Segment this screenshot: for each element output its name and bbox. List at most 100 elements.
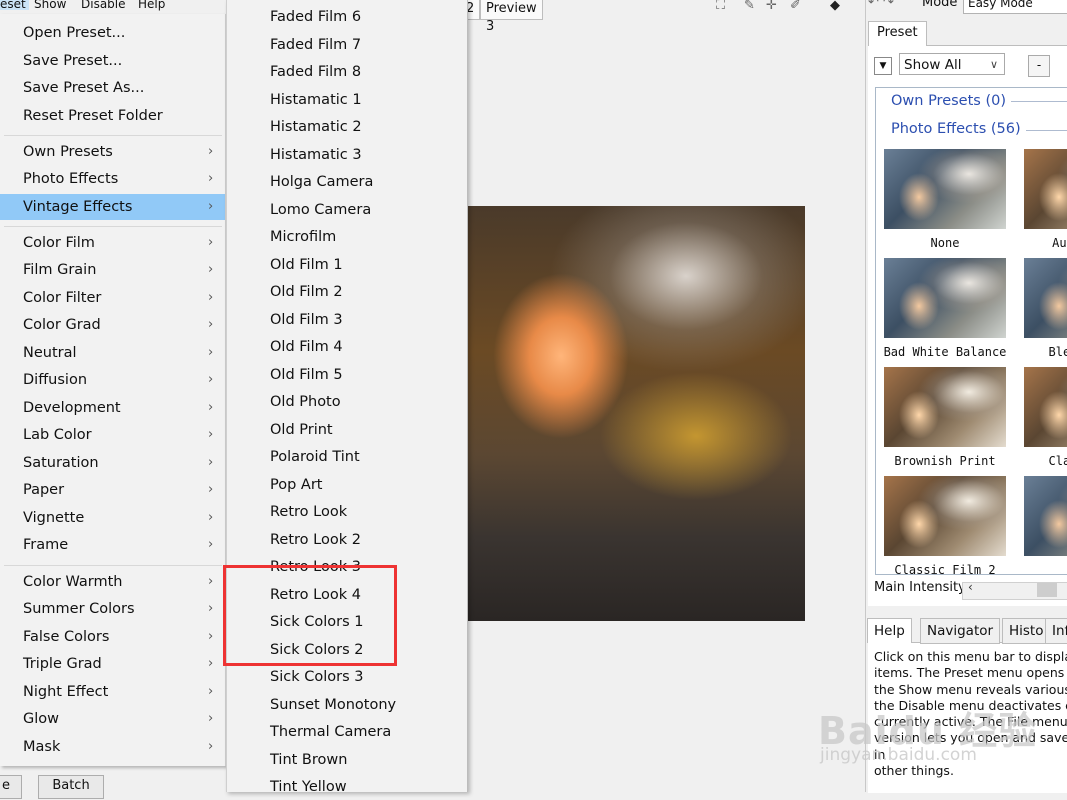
menu-item[interactable]: Open Preset... (0, 20, 225, 46)
menu-item[interactable]: Vignette › (0, 505, 225, 531)
menu-item[interactable]: Saturation › (0, 450, 225, 476)
submenu-item-label: Thermal Camera (270, 724, 392, 740)
tab-preset[interactable]: Preset (868, 21, 927, 46)
menu-item[interactable]: Diffusion › (0, 367, 225, 393)
divider (1026, 130, 1067, 131)
submenu-item[interactable]: Sick Colors 3 (227, 664, 467, 690)
show-filter-select[interactable]: Show All ∨ (899, 53, 1005, 75)
submenu-item[interactable]: Faded Film 6 (227, 4, 467, 30)
menu-item[interactable]: Save Preset... (0, 48, 225, 74)
batch-button[interactable]: Batch (38, 775, 104, 799)
preset-thumbnail[interactable] (884, 258, 1006, 338)
group-photo-effects[interactable]: Photo Effects (56) (891, 121, 1021, 137)
submenu-item-label: Faded Film 8 (270, 64, 362, 80)
preset-label: Aut (1052, 236, 1067, 250)
submenu-item[interactable]: Thermal Camera (227, 719, 467, 745)
preset-thumbnail[interactable] (884, 149, 1006, 229)
menu-item-label: Vintage Effects (23, 199, 133, 215)
menu-item[interactable]: Color Film › (0, 230, 225, 256)
tab-preview-3[interactable]: Preview 3 (480, 0, 543, 34)
menu-preset[interactable]: eset (0, 0, 29, 10)
menu-item[interactable]: Film Grain › (0, 257, 225, 283)
chevron-right-icon: › (208, 317, 214, 332)
menu-item[interactable]: Mask › (0, 734, 225, 760)
submenu-item[interactable]: Tint Brown (227, 747, 467, 773)
submenu-item[interactable]: Histamatic 1 (227, 87, 467, 113)
preset-menu-button[interactable]: ▼ (874, 57, 892, 75)
submenu-item[interactable]: Old Film 3 (227, 307, 467, 333)
menu-disable[interactable]: Disable (78, 0, 129, 10)
submenu-item[interactable]: Old Print (227, 417, 467, 443)
preset-thumbnail[interactable] (884, 367, 1006, 447)
menu-item[interactable]: Color Filter › (0, 285, 225, 311)
submenu-item[interactable]: Lomo Camera (227, 197, 467, 223)
preset-thumbnail[interactable] (884, 476, 1006, 556)
menu-item[interactable]: Glow › (0, 706, 225, 732)
menu-item[interactable]: Neutral › (0, 340, 225, 366)
menu-item[interactable]: False Colors › (0, 624, 225, 650)
menu-help[interactable]: Help (135, 0, 168, 10)
preset-thumbnail[interactable] (1024, 476, 1067, 556)
chevron-left-icon[interactable]: ‹ (968, 580, 973, 594)
preset-thumbnail[interactable] (1024, 367, 1067, 447)
menu-item[interactable]: Triple Grad › (0, 651, 225, 677)
bottom-button[interactable]: e (0, 775, 22, 799)
submenu-item[interactable]: Histamatic 3 (227, 142, 467, 168)
menu-item[interactable]: Frame › (0, 532, 225, 558)
submenu-item-label: Faded Film 6 (270, 9, 362, 25)
remove-button[interactable]: - (1028, 55, 1050, 77)
slider-thumb[interactable] (1037, 583, 1057, 597)
fit-view-icon[interactable]: ⛶ (716, 0, 725, 13)
menu-item[interactable]: Own Presets › (0, 139, 225, 165)
submenu-item[interactable]: Retro Look 2 (227, 527, 467, 553)
mode-select[interactable]: Easy Mode (963, 0, 1067, 14)
menu-item[interactable]: Photo Effects › (0, 166, 225, 192)
submenu-item[interactable]: Holga Camera (227, 169, 467, 195)
submenu-item[interactable]: Pop Art (227, 472, 467, 498)
menu-item[interactable]: Paper › (0, 477, 225, 503)
menu-item[interactable]: Color Grad › (0, 312, 225, 338)
menu-item[interactable]: Development › (0, 395, 225, 421)
menu-item[interactable]: Reset Preset Folder (0, 103, 225, 129)
group-own-presets[interactable]: Own Presets (0) (891, 93, 1006, 109)
preset-thumbnail[interactable] (1024, 258, 1067, 338)
eyedropper-icon[interactable]: ✐ (790, 0, 801, 13)
submenu-item[interactable]: Old Photo (227, 389, 467, 415)
menu-item-label: Color Filter (23, 290, 102, 306)
preset-thumbnail[interactable] (1024, 149, 1067, 229)
brush-icon[interactable]: ✎ (744, 0, 755, 13)
submenu-item[interactable]: Faded Film 7 (227, 32, 467, 58)
compare-icon[interactable]: ◆ (830, 0, 840, 13)
submenu-item[interactable]: Old Film 4 (227, 334, 467, 360)
tab-navigator[interactable]: Navigator (920, 618, 1001, 644)
submenu-item-label: Faded Film 7 (270, 36, 362, 53)
menu-item[interactable]: Color Warmth › (0, 569, 225, 595)
submenu-item[interactable]: Old Film 5 (227, 362, 467, 388)
tab-help[interactable]: Help (867, 618, 912, 643)
tab-histo[interactable]: Histo (1002, 618, 1051, 644)
menu-item[interactable]: Summer Colors › (0, 596, 225, 622)
show-filter-value: Show All (904, 57, 962, 73)
submenu-item[interactable]: Tint Yellow (227, 774, 467, 800)
menu-item[interactable]: Night Effect › (0, 679, 225, 705)
menu-show[interactable]: Show (31, 0, 69, 10)
submenu-item[interactable]: Old Film 2 (227, 279, 467, 305)
submenu-item[interactable]: Old Film 1 (227, 252, 467, 278)
submenu-item[interactable]: Faded Film 8 (227, 59, 467, 85)
submenu-item[interactable]: Retro Look (227, 499, 467, 525)
menu-item-label: Photo Effects (23, 171, 119, 187)
submenu-item[interactable]: Polaroid Tint (227, 444, 467, 470)
menu-item-label: Reset Preset Folder (23, 108, 163, 124)
crosshair-icon[interactable]: ✛ (766, 0, 777, 13)
submenu-item[interactable]: Sunset Monotony (227, 692, 467, 718)
menu-item[interactable]: Save Preset As... (0, 75, 225, 101)
undo-redo-icons[interactable]: ↶ ↷ (868, 0, 894, 10)
menu-item[interactable]: Lab Color › (0, 422, 225, 448)
submenu-item[interactable]: Histamatic 2 (227, 114, 467, 140)
presets-list[interactable]: Own Presets (0) Photo Effects (56) None … (875, 87, 1067, 575)
submenu-item[interactable]: Microfilm (227, 224, 467, 250)
menu-item-label: False Colors (23, 629, 110, 645)
tab-info[interactable]: Inf (1045, 618, 1067, 644)
menu-item[interactable]: Vintage Effects › (0, 194, 225, 220)
toolbar-icons: ⛶ ✎ ✛ ✐ ◆ (716, 0, 856, 16)
